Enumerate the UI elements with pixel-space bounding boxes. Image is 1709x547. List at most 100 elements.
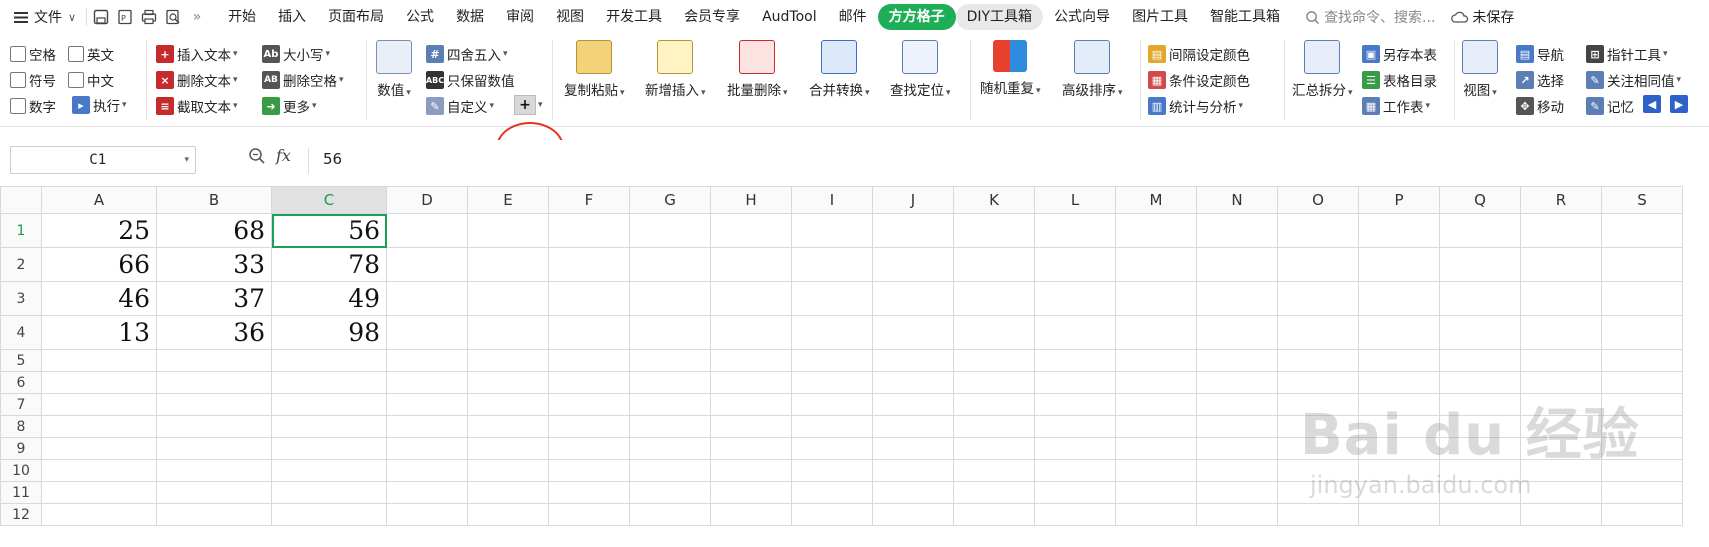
cell-b11[interactable] [156, 481, 272, 504]
cell-h2[interactable] [710, 247, 792, 282]
column-header-r[interactable]: R [1520, 186, 1602, 214]
cell-o5[interactable] [1277, 349, 1359, 372]
cell-o1[interactable] [1277, 213, 1359, 248]
cell-h3[interactable] [710, 281, 792, 316]
checkbox-number[interactable]: 数字 [10, 96, 56, 116]
cell-f1[interactable] [548, 213, 630, 248]
cell-n10[interactable] [1196, 459, 1278, 482]
save-sheet-button[interactable]: ▣ 另存本表 [1362, 44, 1437, 64]
cell-p12[interactable] [1358, 503, 1440, 526]
worksheet-button[interactable]: ▦ 工作表 ▾ [1362, 96, 1430, 116]
cell-p5[interactable] [1358, 349, 1440, 372]
tab-developer[interactable]: 开发工具 [595, 4, 673, 30]
cell-i3[interactable] [791, 281, 873, 316]
cell-g2[interactable] [629, 247, 711, 282]
copy-paste-button[interactable]: 复制粘贴 ▾ [564, 40, 625, 99]
cell-e8[interactable] [467, 415, 549, 438]
cell-m8[interactable] [1115, 415, 1197, 438]
cell-e12[interactable] [467, 503, 549, 526]
cell-c5[interactable] [271, 349, 387, 372]
fx-icon[interactable]: fx [276, 146, 291, 165]
cell-h5[interactable] [710, 349, 792, 372]
case-button[interactable]: Ab 大小写 ▾ [262, 44, 330, 64]
cell-j8[interactable] [872, 415, 954, 438]
cell-f6[interactable] [548, 371, 630, 394]
cell-q4[interactable] [1439, 315, 1521, 350]
cell-j12[interactable] [872, 503, 954, 526]
navigate-button[interactable]: ▤ 导航 [1516, 44, 1564, 64]
cell-p3[interactable] [1358, 281, 1440, 316]
round-button[interactable]: # 四舍五入 ▾ [426, 44, 508, 64]
cell-m6[interactable] [1115, 371, 1197, 394]
cell-k7[interactable] [953, 393, 1035, 416]
cell-l5[interactable] [1034, 349, 1116, 372]
cell-a1[interactable]: 25 [41, 213, 157, 248]
cell-n8[interactable] [1196, 415, 1278, 438]
cell-b7[interactable] [156, 393, 272, 416]
cell-m5[interactable] [1115, 349, 1197, 372]
column-header-q[interactable]: Q [1439, 186, 1521, 214]
cell-f12[interactable] [548, 503, 630, 526]
pointer-tools-button[interactable]: ⊞ 指针工具 ▾ [1586, 44, 1668, 64]
cell-d11[interactable] [386, 481, 468, 504]
cell-l8[interactable] [1034, 415, 1116, 438]
cell-h9[interactable] [710, 437, 792, 460]
remove-space-button[interactable]: AB 删除空格 ▾ [262, 70, 344, 90]
cell-g7[interactable] [629, 393, 711, 416]
cell-a10[interactable] [41, 459, 157, 482]
row-header[interactable]: 2 [0, 247, 42, 282]
cell-f7[interactable] [548, 393, 630, 416]
cell-d10[interactable] [386, 459, 468, 482]
cell-d4[interactable] [386, 315, 468, 350]
cell-q3[interactable] [1439, 281, 1521, 316]
cell-n9[interactable] [1196, 437, 1278, 460]
tab-diy-toolbox[interactable]: DIY工具箱 [955, 4, 1044, 30]
print-preview-icon[interactable] [163, 7, 183, 27]
execute-button[interactable]: ▸ 执行 ▾ [72, 95, 127, 115]
print-icon[interactable] [139, 7, 159, 27]
cell-g3[interactable] [629, 281, 711, 316]
column-header-l[interactable]: L [1034, 186, 1116, 214]
cell-o4[interactable] [1277, 315, 1359, 350]
cell-e11[interactable] [467, 481, 549, 504]
command-search[interactable]: 查找命令、搜索... [1305, 7, 1435, 27]
memory-button[interactable]: ✎ 记忆 [1586, 96, 1634, 116]
tab-audtool[interactable]: AudTool [751, 4, 828, 30]
cell-m1[interactable] [1115, 213, 1197, 248]
summary-split-button[interactable]: 汇总拆分 ▾ [1292, 40, 1353, 99]
cell-j11[interactable] [872, 481, 954, 504]
cell-a2[interactable]: 66 [41, 247, 157, 282]
column-header-m[interactable]: M [1115, 186, 1197, 214]
view-button[interactable]: 视图 ▾ [1462, 40, 1498, 99]
tab-page-layout[interactable]: 页面布局 [317, 4, 395, 30]
cell-i2[interactable] [791, 247, 873, 282]
checkbox-box[interactable] [68, 46, 84, 62]
column-header-f[interactable]: F [548, 186, 630, 214]
cell-h10[interactable] [710, 459, 792, 482]
keep-value-button[interactable]: ABC 只保留数值 [426, 70, 515, 90]
cell-k12[interactable] [953, 503, 1035, 526]
row-header[interactable]: 7 [0, 393, 42, 416]
cell-l7[interactable] [1034, 393, 1116, 416]
checkbox-box[interactable] [10, 46, 26, 62]
unsaved-status[interactable]: 未保存 [1451, 7, 1514, 27]
cell-j9[interactable] [872, 437, 954, 460]
cell-i11[interactable] [791, 481, 873, 504]
cell-d7[interactable] [386, 393, 468, 416]
cell-m4[interactable] [1115, 315, 1197, 350]
row-header[interactable]: 5 [0, 349, 42, 372]
cell-h4[interactable] [710, 315, 792, 350]
cell-b9[interactable] [156, 437, 272, 460]
cell-j6[interactable] [872, 371, 954, 394]
cell-d3[interactable] [386, 281, 468, 316]
cell-e1[interactable] [467, 213, 549, 248]
cell-f4[interactable] [548, 315, 630, 350]
cell-i8[interactable] [791, 415, 873, 438]
cell-m12[interactable] [1115, 503, 1197, 526]
cell-o2[interactable] [1277, 247, 1359, 282]
cell-q1[interactable] [1439, 213, 1521, 248]
more-button[interactable]: ➜ 更多 ▾ [262, 96, 317, 116]
cell-k9[interactable] [953, 437, 1035, 460]
cell-g8[interactable] [629, 415, 711, 438]
cell-i7[interactable] [791, 393, 873, 416]
